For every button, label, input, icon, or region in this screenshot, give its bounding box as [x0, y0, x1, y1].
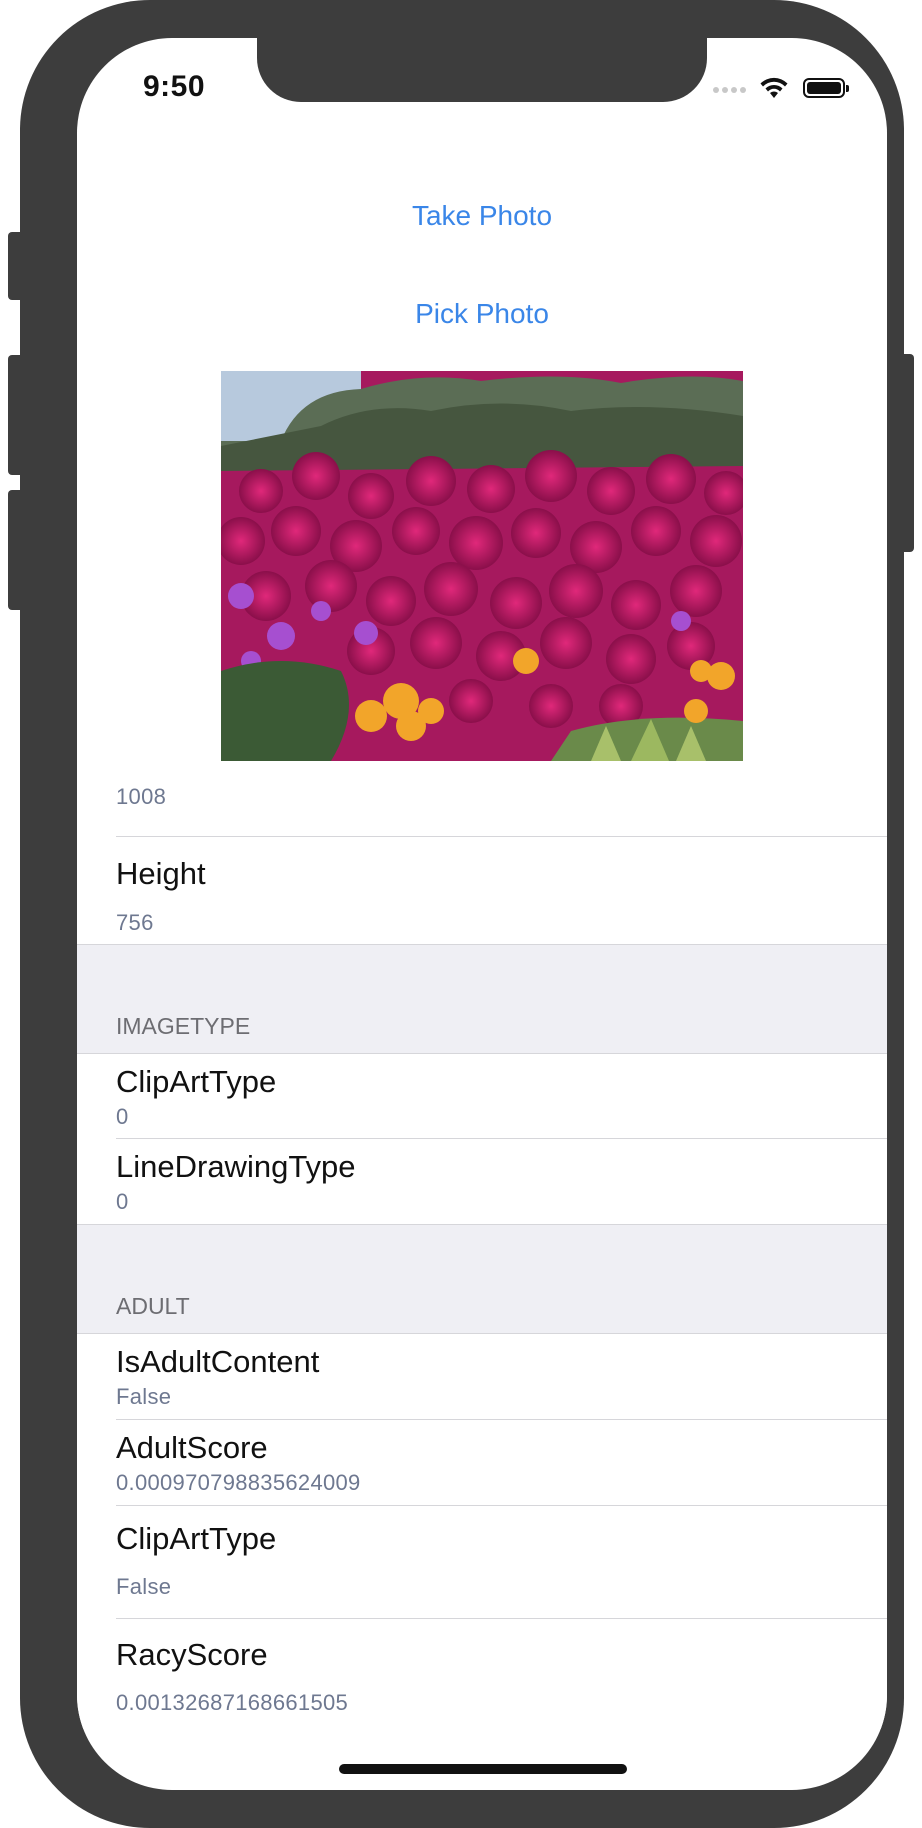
section-top-separator: [77, 1224, 887, 1225]
height-row[interactable]: Height 756: [77, 837, 887, 948]
height-title: Height: [116, 856, 206, 891]
item-title: IsAdultContent: [116, 1344, 320, 1379]
notch: [257, 38, 707, 102]
list-item[interactable]: RacyScore 0.00132687168661505: [77, 1619, 887, 1729]
item-title: RacyScore: [116, 1637, 268, 1672]
item-value: 0: [116, 1189, 129, 1214]
item-title: AdultScore: [116, 1430, 268, 1465]
item-value: False: [116, 1384, 172, 1409]
item-value: 0.00132687168661505: [116, 1690, 349, 1715]
item-value: 0: [116, 1104, 129, 1129]
item-title: ClipArtType: [116, 1064, 277, 1099]
list-item[interactable]: AdultScore 0.000970798835624009: [77, 1420, 887, 1506]
section-adult: ADULT: [77, 1224, 887, 1334]
list-item[interactable]: ClipArtType False: [77, 1506, 887, 1619]
status-time: 9:50: [143, 70, 206, 103]
list-item[interactable]: LineDrawingType 0: [77, 1139, 887, 1224]
pick-photo-button[interactable]: Pick Photo: [77, 298, 887, 330]
width-value: 1008: [116, 784, 167, 809]
status-icons: [713, 76, 853, 102]
list-item[interactable]: ClipArtType 0: [77, 1054, 887, 1139]
item-title: LineDrawingType: [116, 1149, 356, 1184]
height-value: 756: [116, 910, 154, 935]
list-item[interactable]: IsAdultContent False: [77, 1334, 887, 1420]
home-indicator[interactable]: [339, 1764, 627, 1774]
flower-photo: [221, 371, 743, 761]
section-header-imagetype: IMAGETYPE: [116, 1013, 251, 1039]
battery-icon: [803, 78, 849, 98]
item-value: 0.000970798835624009: [116, 1470, 361, 1495]
item-value: False: [116, 1574, 172, 1599]
signal-icon: [713, 87, 746, 93]
wifi-icon: [760, 77, 788, 98]
screen: 9:50 Take Photo Pick Photo 1008 Height 7…: [77, 38, 887, 1790]
item-title: ClipArtType: [116, 1521, 277, 1556]
section-top-separator: [77, 944, 887, 945]
device-frame: 9:50 Take Photo Pick Photo 1008 Height 7…: [20, 0, 904, 1828]
section-header-adult: ADULT: [116, 1293, 190, 1319]
take-photo-button[interactable]: Take Photo: [77, 200, 887, 232]
section-imagetype: IMAGETYPE: [77, 944, 887, 1054]
